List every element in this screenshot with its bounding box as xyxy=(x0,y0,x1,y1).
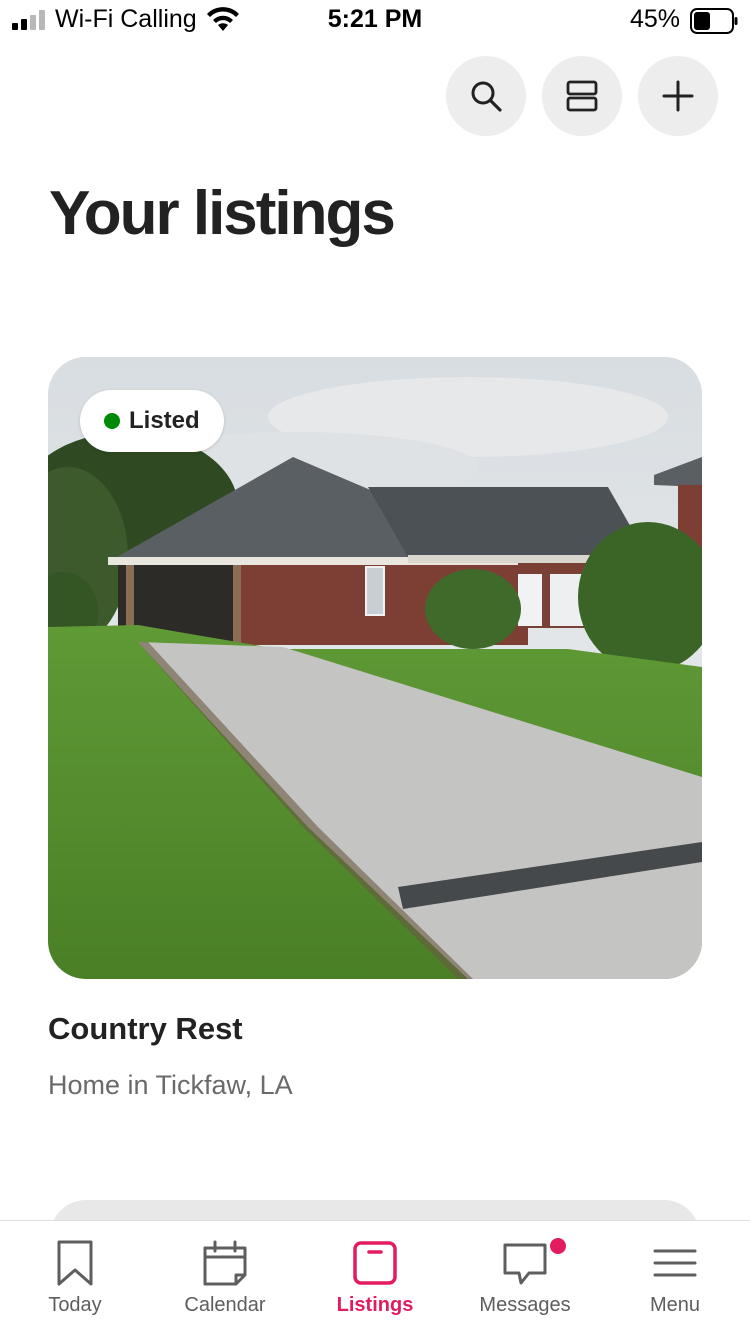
add-listing-button[interactable] xyxy=(638,56,718,136)
message-icon xyxy=(503,1243,547,1285)
listings-icon xyxy=(353,1241,397,1285)
tab-messages-label: Messages xyxy=(479,1294,571,1316)
bookmark-icon xyxy=(57,1240,93,1286)
status-bar: Wi-Fi Calling 5:21 PM 45% xyxy=(0,0,750,42)
top-actions xyxy=(446,56,718,136)
tab-listings-label: Listings xyxy=(336,1294,414,1316)
tab-calendar[interactable]: Calendar xyxy=(150,1221,300,1335)
tab-messages[interactable]: Messages xyxy=(450,1221,600,1335)
listing-card[interactable]: Listed Country Rest Home in Tickfaw, LA xyxy=(48,357,702,1117)
listing-location: Home in Tickfaw, LA xyxy=(48,1070,293,1100)
search-icon xyxy=(471,81,502,112)
listing-status-badge: Listed xyxy=(80,390,224,452)
tab-today[interactable]: Today xyxy=(0,1221,150,1335)
bottom-tab-bar: Today Calendar Listings Messages Menu xyxy=(0,1220,750,1335)
status-dot xyxy=(104,413,120,429)
tab-menu-label: Menu xyxy=(649,1294,701,1316)
listing-name[interactable]: Country Rest xyxy=(48,1011,243,1047)
listing-photo[interactable]: Listed xyxy=(48,357,702,979)
battery-percent: 45% xyxy=(630,5,681,33)
search-button[interactable] xyxy=(446,56,526,136)
messages-notification-dot xyxy=(550,1238,566,1254)
page-title: Your listings xyxy=(49,179,396,248)
menu-icon xyxy=(653,1249,697,1277)
plus-icon xyxy=(662,80,694,112)
tab-menu[interactable]: Menu xyxy=(600,1221,750,1335)
listing-status-label: Listed xyxy=(129,407,200,434)
tab-calendar-label: Calendar xyxy=(184,1294,266,1316)
battery-icon xyxy=(690,8,738,34)
tab-listings[interactable]: Listings xyxy=(300,1221,450,1335)
layout-toggle-button[interactable] xyxy=(542,56,622,136)
tab-today-label: Today xyxy=(48,1294,102,1316)
layout-toggle-icon xyxy=(566,80,598,112)
calendar-icon xyxy=(203,1240,247,1286)
